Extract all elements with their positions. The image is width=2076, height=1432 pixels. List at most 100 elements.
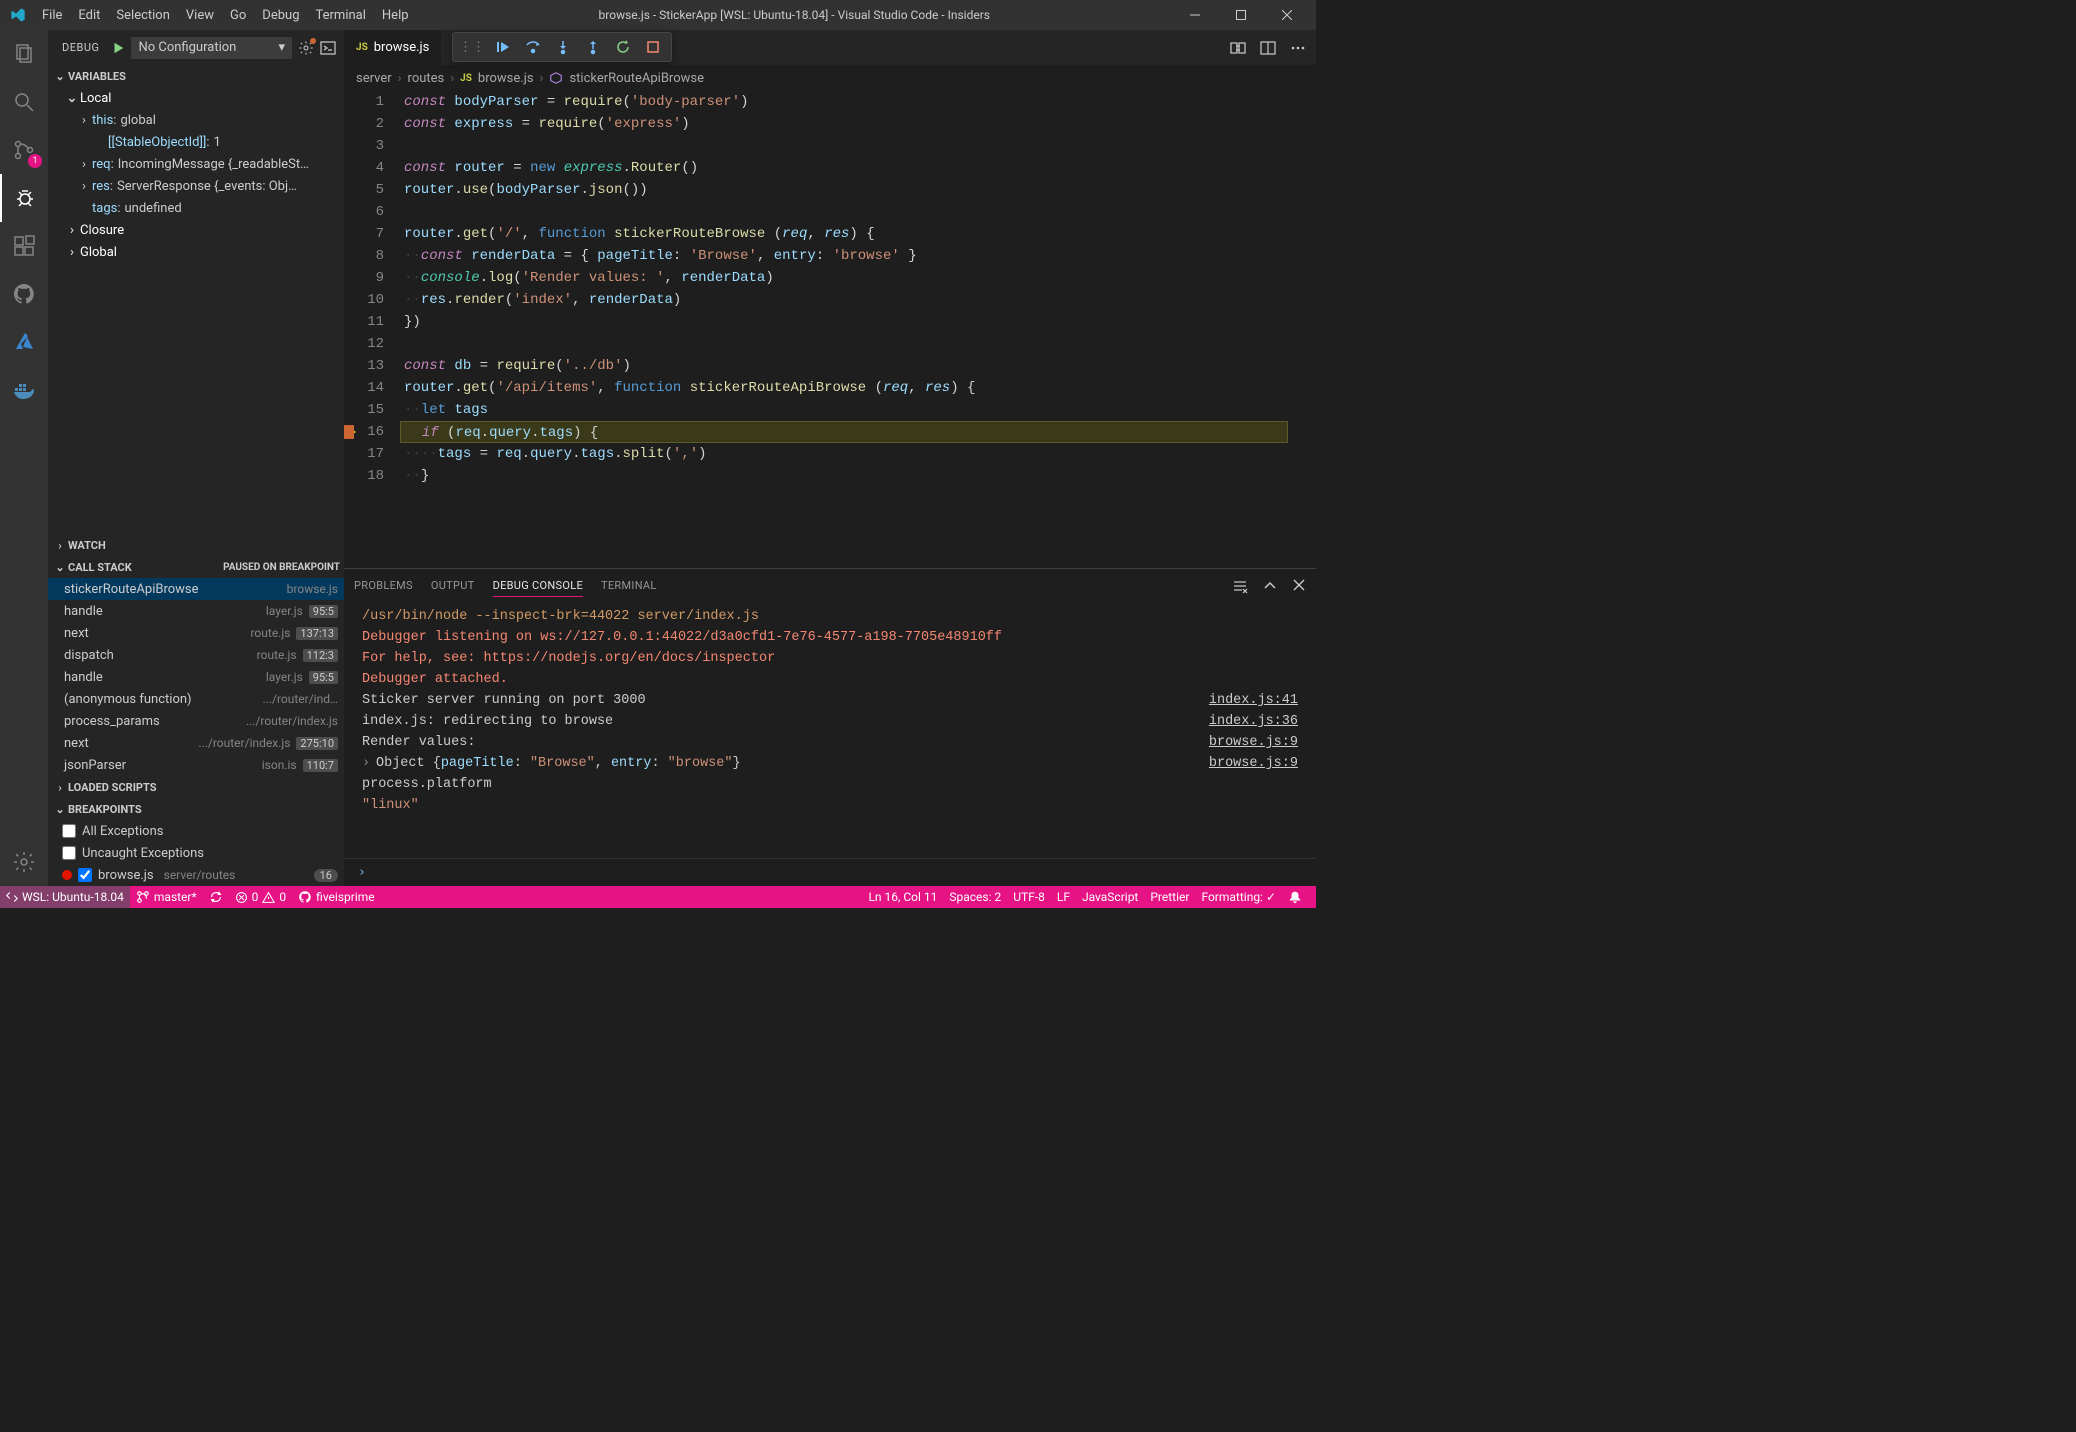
minimize-button[interactable] xyxy=(1172,0,1218,30)
code-line[interactable]: router.get('/api/items', function sticke… xyxy=(400,377,1288,399)
breadcrumb-item[interactable]: server xyxy=(356,71,392,86)
callstack-frame[interactable]: jsonParserison.is110:7 xyxy=(48,754,344,776)
variable-row[interactable]: ›res: ServerResponse {_events: Obj… xyxy=(48,175,344,197)
step-out-button[interactable] xyxy=(579,33,607,61)
code-line[interactable]: ··if (req.query.tags) { xyxy=(400,421,1288,443)
callstack-frame[interactable]: handlelayer.js95:5 xyxy=(48,666,344,688)
debug-toolbar[interactable]: ⋮⋮ xyxy=(452,32,672,62)
code-line[interactable]: router.use(bodyParser.json()) xyxy=(400,179,1288,201)
formatting-status[interactable]: Formatting: ✓ xyxy=(1195,890,1282,904)
breakpoint-checkbox[interactable] xyxy=(62,846,76,860)
menu-terminal[interactable]: Terminal xyxy=(308,4,374,27)
code-line[interactable]: }) xyxy=(400,311,1288,333)
code-line[interactable]: ··} xyxy=(400,465,1288,487)
docker-icon[interactable] xyxy=(0,366,48,414)
settings-gear-icon[interactable] xyxy=(0,838,48,886)
panel-tab-output[interactable]: OUTPUT xyxy=(431,575,475,596)
console-source-link[interactable]: index.js:36 xyxy=(1209,711,1298,732)
variable-row[interactable]: ›this: global xyxy=(48,109,344,131)
search-icon[interactable] xyxy=(0,78,48,126)
breadcrumb[interactable]: server › routes › JS browse.js › sticker… xyxy=(344,65,1316,91)
eol-status[interactable]: LF xyxy=(1051,890,1076,904)
code-line[interactable]: const db = require('../db') xyxy=(400,355,1288,377)
split-editor-icon[interactable] xyxy=(1260,40,1276,56)
breadcrumb-item[interactable]: browse.js xyxy=(478,71,534,86)
azure-icon[interactable] xyxy=(0,318,48,366)
callstack-frame[interactable]: stickerRouteApiBrowsebrowse.js xyxy=(48,578,344,600)
callstack-header[interactable]: ⌄ CALL STACK PAUSED ON BREAKPOINT xyxy=(48,556,344,578)
github-status[interactable]: fiveisprime xyxy=(292,890,380,904)
callstack-frame[interactable]: (anonymous function).../router/ind… xyxy=(48,688,344,710)
menu-file[interactable]: File xyxy=(34,4,70,27)
stop-button[interactable] xyxy=(639,33,667,61)
code-editor[interactable]: 123456789101112131415161718 const bodyPa… xyxy=(344,91,1316,568)
clear-console-icon[interactable] xyxy=(1232,578,1248,594)
debug-console-output[interactable]: /usr/bin/node --inspect-brk=44022 server… xyxy=(344,602,1316,858)
maximize-button[interactable] xyxy=(1218,0,1264,30)
console-source-link[interactable]: browse.js:9 xyxy=(1209,753,1298,774)
breakpoint-row[interactable]: Uncaught Exceptions xyxy=(48,842,344,864)
continue-button[interactable] xyxy=(489,33,517,61)
grip-icon[interactable]: ⋮⋮ xyxy=(457,40,487,55)
debug-icon[interactable] xyxy=(0,174,48,222)
code-line[interactable] xyxy=(400,135,1288,157)
minimap[interactable] xyxy=(1288,91,1316,568)
tab-browse-js[interactable]: JS browse.js xyxy=(344,30,442,65)
loaded-scripts-header[interactable]: › LOADED SCRIPTS xyxy=(48,776,344,798)
github-icon[interactable] xyxy=(0,270,48,318)
console-source-link[interactable]: index.js:41 xyxy=(1209,690,1298,711)
menu-debug[interactable]: Debug xyxy=(254,4,307,27)
code-line[interactable]: ··let tags xyxy=(400,399,1288,421)
menu-edit[interactable]: Edit xyxy=(70,4,108,27)
extensions-icon[interactable] xyxy=(0,222,48,270)
sync-status[interactable] xyxy=(203,890,229,904)
breadcrumb-item[interactable]: stickerRouteApiBrowse xyxy=(569,71,704,86)
console-source-link[interactable]: browse.js:9 xyxy=(1209,732,1298,753)
collapse-panel-icon[interactable] xyxy=(1262,578,1278,594)
breakpoint-checkbox[interactable] xyxy=(78,868,92,882)
callstack-frame[interactable]: process_params.../router/index.js xyxy=(48,710,344,732)
git-branch-status[interactable]: master* xyxy=(130,890,203,904)
errors-warnings-status[interactable]: 0 0 xyxy=(229,890,293,904)
code-line[interactable]: const router = new express.Router() xyxy=(400,157,1288,179)
callstack-frame[interactable]: dispatchroute.js112:3 xyxy=(48,644,344,666)
restart-button[interactable] xyxy=(609,33,637,61)
var-group-closure[interactable]: › Closure xyxy=(48,219,344,241)
menu-view[interactable]: View xyxy=(178,4,222,27)
step-into-button[interactable] xyxy=(549,33,577,61)
compare-changes-icon[interactable] xyxy=(1230,40,1246,56)
close-button[interactable] xyxy=(1264,0,1310,30)
remote-wsl-status[interactable]: WSL: Ubuntu-18.04 xyxy=(0,886,130,908)
variable-row[interactable]: tags: undefined xyxy=(48,197,344,219)
breakpoint-row[interactable]: browse.jsserver/routes16 xyxy=(48,864,344,886)
code-line[interactable] xyxy=(400,201,1288,223)
breakpoints-header[interactable]: ⌄ BREAKPOINTS xyxy=(48,798,344,820)
source-control-icon[interactable]: 1 xyxy=(0,126,48,174)
callstack-frame[interactable]: nextroute.js137:13 xyxy=(48,622,344,644)
menu-help[interactable]: Help xyxy=(374,4,417,27)
more-actions-icon[interactable] xyxy=(1290,40,1306,56)
code-line[interactable]: router.get('/', function stickerRouteBro… xyxy=(400,223,1288,245)
prettier-status[interactable]: Prettier xyxy=(1144,890,1195,904)
start-debug-button[interactable] xyxy=(111,41,125,55)
panel-tab-terminal[interactable]: TERMINAL xyxy=(601,575,657,596)
explorer-icon[interactable] xyxy=(0,30,48,78)
watch-header[interactable]: › WATCH xyxy=(48,534,344,556)
debug-console-button[interactable] xyxy=(320,40,336,56)
code-line[interactable]: const express = require('express') xyxy=(400,113,1288,135)
encoding-status[interactable]: UTF-8 xyxy=(1007,890,1051,904)
var-group-local[interactable]: ⌄ Local xyxy=(48,87,344,109)
debug-settings-button[interactable] xyxy=(298,40,314,56)
step-over-button[interactable] xyxy=(519,33,547,61)
breakpoint-row[interactable]: All Exceptions xyxy=(48,820,344,842)
debug-console-input[interactable]: › xyxy=(344,858,1316,886)
indentation-status[interactable]: Spaces: 2 xyxy=(943,890,1007,904)
variables-header[interactable]: ⌄ VARIABLES xyxy=(48,65,344,87)
debug-config-dropdown[interactable]: No Configuration ▾ xyxy=(131,37,292,59)
code-line[interactable]: ····tags = req.query.tags.split(',') xyxy=(400,443,1288,465)
close-panel-icon[interactable] xyxy=(1292,578,1306,594)
menu-selection[interactable]: Selection xyxy=(108,4,177,27)
breakpoint-checkbox[interactable] xyxy=(62,824,76,838)
panel-tab-debug-console[interactable]: DEBUG CONSOLE xyxy=(493,575,583,597)
code-line[interactable]: ··res.render('index', renderData) xyxy=(400,289,1288,311)
